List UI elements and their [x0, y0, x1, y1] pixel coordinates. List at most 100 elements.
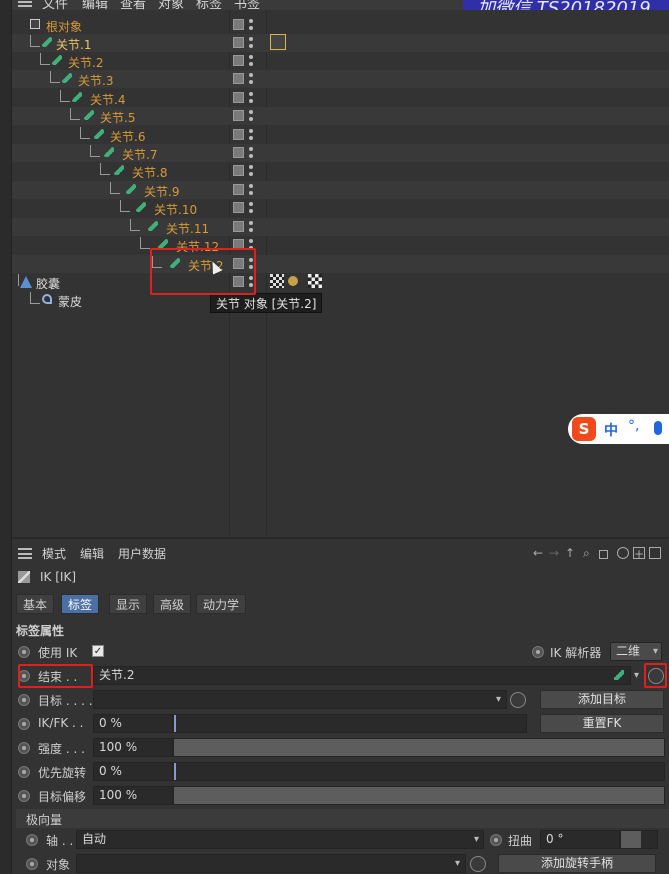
twist-slider[interactable] — [620, 830, 658, 849]
animate-dot[interactable] — [26, 834, 38, 846]
animate-dot[interactable] — [532, 646, 544, 658]
add-target-button[interactable]: 添加目标 — [540, 690, 664, 709]
render-dots[interactable] — [249, 275, 253, 289]
visibility-toggle[interactable] — [233, 55, 244, 66]
visibility-toggle[interactable] — [233, 73, 244, 84]
object-row-joint-12[interactable]: 关节.12 — [12, 236, 669, 254]
twist-input[interactable]: 0 ° — [540, 830, 620, 849]
strength-slider[interactable] — [173, 738, 665, 757]
menu-user-data[interactable]: 用户数据 — [118, 545, 166, 562]
menu-bookmarks[interactable]: 书签 — [234, 0, 260, 10]
object-row-joint-5[interactable]: 关节.5 — [12, 107, 669, 125]
chevron-down-icon[interactable]: ▾ — [634, 670, 639, 681]
render-dots[interactable] — [249, 257, 253, 271]
tab-display[interactable]: 显示 — [109, 594, 148, 614]
visibility-toggle[interactable] — [233, 221, 244, 232]
menu-tags[interactable]: 标签 — [196, 0, 222, 10]
strength-input[interactable]: 100 % — [93, 738, 173, 757]
visibility-toggle[interactable] — [233, 92, 244, 103]
visibility-toggle[interactable] — [233, 258, 244, 269]
microphone-icon[interactable] — [654, 421, 662, 435]
render-dots[interactable] — [249, 164, 253, 178]
render-dots[interactable] — [249, 238, 253, 252]
menu-mode[interactable]: 模式 — [42, 545, 66, 562]
render-dots[interactable] — [249, 183, 253, 197]
new-window-icon[interactable] — [649, 547, 661, 559]
object-row-joint-4[interactable]: 关节.4 — [12, 89, 669, 107]
display-tag-icon[interactable] — [308, 274, 322, 288]
pole-vector-section[interactable]: 极向量 — [16, 809, 669, 828]
ik-tag-icon[interactable] — [270, 34, 286, 50]
animate-dot[interactable] — [490, 834, 502, 846]
object-row-joint-11[interactable]: 关节.11 — [12, 218, 669, 236]
object-row-joint-6[interactable]: 关节.6 — [12, 126, 669, 144]
animate-dot[interactable] — [26, 858, 38, 870]
offset-slider[interactable] — [173, 786, 665, 805]
lock-icon[interactable] — [599, 550, 608, 559]
ime-toolbar[interactable]: S 中 °, — [568, 414, 669, 444]
axis-select[interactable]: 自动 — [76, 830, 484, 849]
chevron-down-icon[interactable]: ▾ — [496, 694, 501, 705]
object-row-joint-10[interactable]: 关节.10 — [12, 199, 669, 217]
visibility-toggle[interactable] — [233, 202, 244, 213]
animate-dot[interactable] — [18, 766, 30, 778]
chevron-down-icon[interactable]: ▾ — [455, 858, 460, 869]
material-tag-icon[interactable] — [288, 276, 298, 286]
render-dots[interactable] — [249, 109, 253, 123]
visibility-toggle[interactable] — [233, 276, 244, 287]
ikfk-slider[interactable] — [173, 714, 527, 733]
tab-dynamics[interactable]: 动力学 — [196, 594, 247, 614]
priority-slider[interactable] — [173, 762, 665, 781]
add-icon[interactable]: + — [633, 547, 645, 560]
render-dots[interactable] — [249, 146, 253, 160]
render-dots[interactable] — [249, 201, 253, 215]
use-ik-checkbox[interactable]: ✓ — [92, 645, 104, 657]
reset-fk-button[interactable]: 重置FK — [540, 714, 664, 733]
visibility-toggle[interactable] — [233, 19, 244, 30]
render-dots[interactable] — [249, 54, 253, 68]
menu-icon[interactable] — [18, 0, 32, 7]
menu-edit[interactable]: 编辑 — [82, 0, 108, 10]
offset-input[interactable]: 100 % — [93, 786, 173, 805]
object-row-joint-9[interactable]: 关节.9 — [12, 181, 669, 199]
target-icon[interactable] — [617, 547, 629, 559]
ikfk-input[interactable]: 0 % — [93, 714, 173, 733]
pick-object-icon[interactable] — [510, 692, 526, 708]
object-row-joint-2[interactable]: 关节.2 — [12, 52, 669, 70]
tab-advanced[interactable]: 高级 — [153, 594, 192, 614]
target-link-field[interactable] — [93, 690, 507, 709]
animate-dot[interactable] — [18, 670, 30, 682]
object-row-capsule[interactable]: 胶囊 — [12, 273, 669, 291]
end-link-field[interactable]: 关节.2 — [93, 666, 631, 685]
menu-file[interactable]: 文件 — [42, 0, 68, 10]
object-row-skin[interactable]: 蒙皮 — [12, 291, 669, 309]
pick-object-icon[interactable] — [470, 856, 486, 872]
end-label[interactable]: 结束 . . — [38, 668, 77, 685]
forward-arrow-icon[interactable]: → — [549, 547, 561, 559]
visibility-toggle[interactable] — [233, 129, 244, 140]
add-rotation-handle-button[interactable]: 添加旋转手柄 — [498, 854, 656, 873]
visibility-toggle[interactable] — [233, 37, 244, 48]
ime-chinese-mode[interactable]: 中 — [604, 420, 618, 440]
render-dots[interactable] — [249, 72, 253, 86]
object-row-root[interactable]: 根对象 — [12, 16, 669, 34]
visibility-toggle[interactable] — [233, 147, 244, 158]
object-row-joint-8[interactable]: 关节.8 — [12, 162, 669, 180]
visibility-toggle[interactable] — [233, 184, 244, 195]
render-dots[interactable] — [249, 220, 253, 234]
ime-punctuation[interactable]: °, — [628, 418, 639, 434]
object-row-joint-1[interactable]: 关节.1 — [12, 34, 669, 52]
checker-tag-icon[interactable] — [270, 274, 284, 288]
pole-object-field[interactable] — [76, 854, 466, 873]
menu-object[interactable]: 对象 — [158, 0, 184, 10]
menu-view[interactable]: 查看 — [120, 0, 146, 10]
animate-dot[interactable] — [18, 742, 30, 754]
object-row-joint-end[interactable]: 关节.2 — [12, 255, 669, 275]
animate-dot[interactable] — [18, 718, 30, 730]
back-arrow-icon[interactable]: ← — [533, 547, 545, 559]
visibility-toggle[interactable] — [233, 110, 244, 121]
object-row-joint-3[interactable]: 关节.3 — [12, 70, 669, 88]
animate-dot[interactable] — [18, 790, 30, 802]
priority-input[interactable]: 0 % — [93, 762, 173, 781]
render-dots[interactable] — [249, 18, 253, 32]
